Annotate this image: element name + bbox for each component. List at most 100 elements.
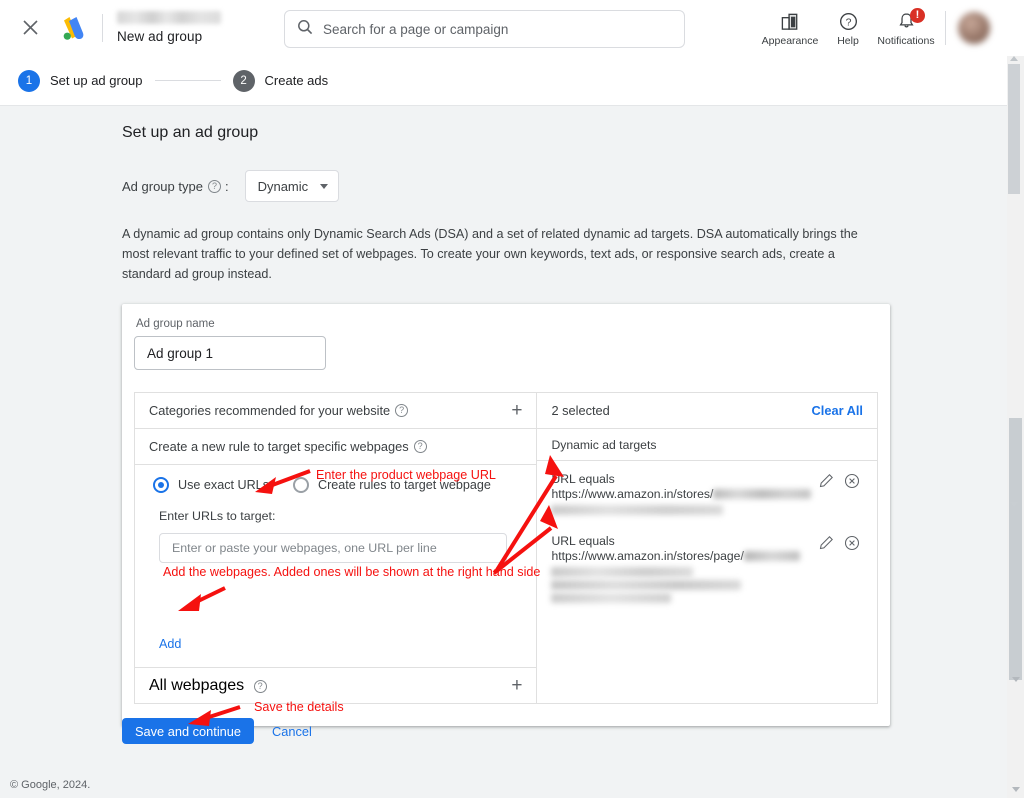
top-actions: Appearance ? Help ! Notifications (761, 0, 990, 56)
radio-selected-icon (153, 477, 169, 493)
all-webpages-row[interactable]: All webpages ? + (135, 667, 537, 703)
inner-scrollbar[interactable] (1008, 56, 1020, 556)
target-url-redacted-line3 (551, 580, 742, 590)
categories-recommended-label: Categories recommended for your website (149, 403, 391, 418)
target-url-redacted (713, 489, 812, 499)
create-rule-row[interactable]: Create a new rule to target specific web… (135, 429, 537, 465)
target-url-redacted-line2 (551, 567, 694, 577)
plus-icon[interactable]: + (511, 676, 522, 695)
pencil-icon[interactable] (813, 533, 839, 550)
selected-header: 2 selected Clear All (537, 393, 877, 429)
radio-use-exact-urls[interactable]: Use exact URLs (153, 477, 269, 493)
help-circle-icon[interactable]: ? (395, 404, 409, 417)
help-icon: ? (838, 11, 859, 32)
target-url-visible: https://www.amazon.in/stores/page/ (551, 549, 744, 563)
close-icon[interactable] (10, 8, 50, 48)
targeting-left-column: Categories recommended for your website … (135, 393, 538, 703)
ad-group-type-value: Dynamic (257, 178, 309, 194)
selected-targets-column: 2 selected Clear All Dynamic ad targets … (537, 393, 877, 703)
step-2-label: Create ads (264, 73, 329, 88)
create-rule-label: Create a new rule to target specific web… (149, 439, 409, 454)
step-connector (154, 80, 221, 81)
ad-group-type-label: Ad group type (122, 178, 203, 194)
target-text: URL equals https://www.amazon.in/stores/ (551, 471, 813, 515)
targeting-mode-radios: Use exact URLs Create rules to target we… (153, 477, 522, 493)
page-title: Set up an ad group (122, 124, 259, 141)
cancel-button[interactable]: Cancel (272, 724, 312, 739)
ad-group-description: A dynamic ad group contains only Dynamic… (122, 227, 858, 281)
account-name-redacted (117, 11, 221, 24)
enter-urls-label: Enter URLs to target: (159, 509, 276, 523)
remove-circle-icon[interactable] (839, 533, 865, 551)
target-match-type: URL equals (551, 472, 615, 486)
radio-use-exact-urls-label: Use exact URLs (178, 478, 269, 492)
wizard-stepper: 1 Set up ad group 2 Create ads (0, 56, 1007, 106)
table-row: URL equals https://www.amazon.in/stores/… (537, 521, 877, 609)
step-create-ads[interactable]: 2 Create ads (232, 69, 329, 92)
target-url-visible: https://www.amazon.in/stores/ (551, 487, 714, 501)
help-circle-icon[interactable]: ? (207, 179, 221, 193)
help-label: Help (837, 35, 859, 47)
categories-recommended-row[interactable]: Categories recommended for your website … (135, 393, 537, 429)
page-context-title: New ad group (117, 29, 203, 44)
footer: © Google, 2024. (0, 771, 1007, 798)
inner-scrollbar-thumb[interactable] (1008, 64, 1020, 194)
clear-all-button[interactable]: Clear All (812, 403, 863, 418)
step-1-label: Set up ad group (50, 73, 143, 88)
appearance-label: Appearance (761, 35, 819, 47)
target-url-redacted (743, 551, 800, 561)
appearance-icon (780, 11, 801, 32)
ad-group-name-label: Ad group name (136, 318, 215, 330)
all-webpages-label: All webpages (149, 676, 245, 694)
help-circle-icon[interactable]: ? (253, 679, 267, 693)
copyright-text: © Google, 2024. (10, 778, 91, 791)
target-url-redacted-line4 (551, 593, 672, 603)
urls-textarea[interactable]: Enter or paste your webpages, one URL pe… (159, 533, 507, 563)
target-url: https://www.amazon.in/stores/page/ (551, 549, 813, 564)
search-icon (297, 19, 313, 40)
target-url: https://www.amazon.in/stores/ (551, 487, 813, 502)
ad-group-name-input[interactable]: Ad group 1 (134, 336, 326, 370)
scrollbar-arrow-up[interactable] (1007, 671, 1024, 688)
avatar-container[interactable] (945, 11, 990, 45)
step-set-up-ad-group[interactable]: 1 Set up ad group (18, 69, 143, 92)
page-body: Set up an ad group Ad group type ? : Dyn… (0, 106, 1007, 771)
help-circle-icon[interactable]: ? (413, 440, 427, 453)
save-and-continue-button[interactable]: Save and continue (122, 718, 255, 744)
help-button[interactable]: ? Help (819, 9, 877, 47)
dynamic-ad-targets-header: Dynamic ad targets (537, 429, 877, 461)
notification-badge: ! (910, 8, 925, 23)
radio-unselected-icon (293, 477, 309, 493)
target-url-redacted-line2 (551, 505, 724, 515)
radio-create-rules-label: Create rules to target webpage (318, 478, 491, 492)
step-1-number: 1 (18, 69, 40, 92)
add-link[interactable]: Add (159, 637, 181, 651)
categories-recommended-label-wrap: Categories recommended for your website … (149, 403, 412, 418)
target-match-type: URL equals (551, 534, 615, 548)
account-title-block: New ad group (117, 11, 221, 44)
notifications-button[interactable]: ! Notifications (877, 8, 935, 47)
avatar[interactable] (958, 12, 990, 44)
top-app-bar: New ad group Search for a page or campai… (0, 0, 1007, 56)
svg-text:?: ? (845, 17, 851, 29)
targeting-panel: Categories recommended for your website … (134, 392, 878, 704)
rule-body: Use exact URLs Create rules to target we… (135, 465, 536, 667)
selected-count: 2 selected (551, 403, 610, 418)
radio-create-rules[interactable]: Create rules to target webpage (293, 477, 491, 493)
ad-group-type-row: Ad group type ? : Dynamic (122, 170, 890, 202)
google-ads-logo[interactable] (56, 11, 90, 45)
table-row: URL equals https://www.amazon.in/stores/ (537, 461, 877, 521)
target-text: URL equals https://www.amazon.in/stores/… (551, 533, 813, 603)
scrollbar-arrow-down[interactable] (1007, 781, 1024, 798)
create-rule-label-wrap: Create a new rule to target specific web… (149, 439, 431, 454)
appearance-button[interactable]: Appearance (761, 9, 819, 47)
ad-group-type-select[interactable]: Dynamic (244, 170, 340, 202)
all-webpages-label-wrap: All webpages ? (149, 677, 271, 695)
remove-circle-icon[interactable] (839, 471, 865, 489)
pencil-icon[interactable] (813, 471, 839, 488)
inner-scrollbar-arrow-up[interactable] (1010, 56, 1018, 61)
content-column: Set up an ad group Ad group type ? : Dyn… (122, 124, 890, 726)
search-input[interactable]: Search for a page or campaign (284, 10, 685, 48)
plus-icon[interactable]: + (511, 401, 522, 420)
inner-scrollbar-arrow-down[interactable] (1010, 502, 1018, 507)
